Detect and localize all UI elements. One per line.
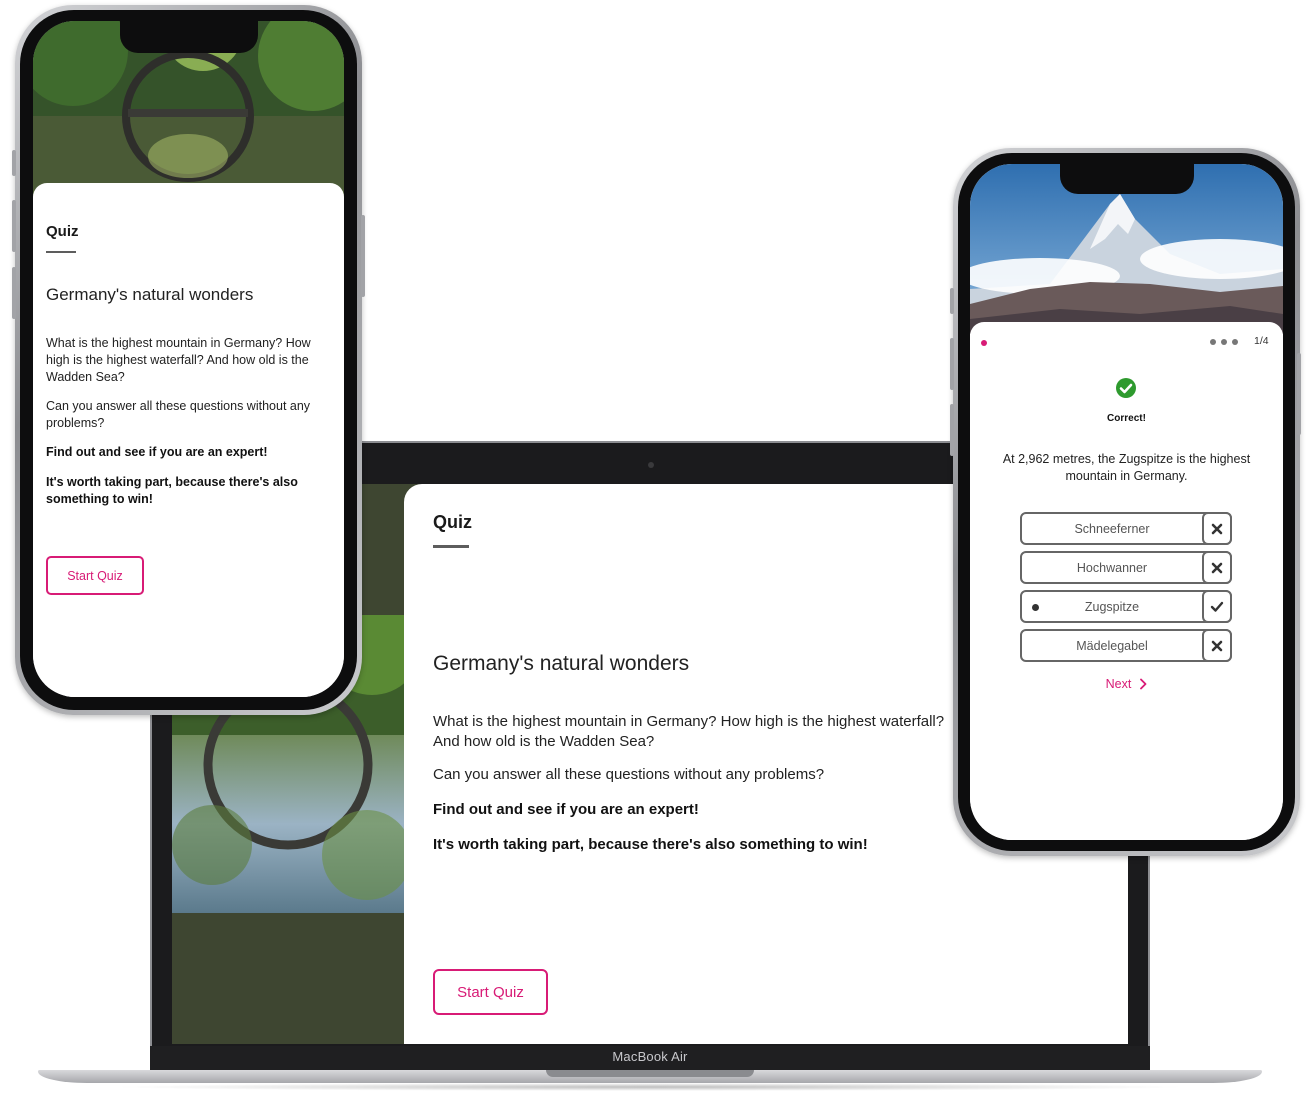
laptop-opening-notch <box>546 1070 754 1077</box>
title-underline <box>433 545 469 548</box>
quiz-answer-card: 1/4 Correct! At 2,962 metres, the Zugspi… <box>970 322 1283 840</box>
progress-current-dot <box>981 340 987 346</box>
quiz-label: Quiz <box>433 512 472 532</box>
answer-option-label: Schneeferner <box>1074 521 1150 536</box>
quiz-cta-text: Find out and see if you are an expert! <box>46 445 268 459</box>
phone-volume-up-button <box>12 200 16 252</box>
x-icon <box>1202 512 1232 545</box>
phone-notch <box>120 21 258 53</box>
x-icon <box>1202 551 1232 584</box>
quiz-title: Germany's natural wonders <box>46 285 254 304</box>
phone-notch <box>1060 164 1194 194</box>
progress-dot <box>1210 339 1216 345</box>
quiz-prize-text: It's worth taking part, because there's … <box>46 475 298 506</box>
progress-dot <box>1232 339 1238 345</box>
phone-right: 1/4 Correct! At 2,962 metres, the Zugspi… <box>950 148 1301 856</box>
progress-dot <box>1221 339 1227 345</box>
phone-power-button <box>361 215 365 297</box>
result-label: Correct! <box>1107 413 1146 424</box>
answer-explanation: At 2,962 metres, the Zugspitze is the hi… <box>1002 452 1251 483</box>
title-underline <box>46 251 76 253</box>
answer-option[interactable]: Hochwanner <box>1020 551 1232 584</box>
check-circle-icon <box>1116 378 1136 398</box>
phone-left: Quiz Germany's natural wonders What is t… <box>12 5 365 715</box>
laptop-brand-label: MacBook Air <box>612 1049 688 1064</box>
answer-option-label: Mädelegabel <box>1076 638 1148 653</box>
answer-option[interactable]: Schneeferner <box>1020 512 1232 545</box>
phone-mute-button <box>12 150 16 176</box>
phone-volume-down-button <box>12 267 16 319</box>
quiz-label: Quiz <box>46 223 79 240</box>
answer-option-label: Zugspitze <box>1084 599 1140 614</box>
answer-option-selected[interactable]: Zugspitze <box>1020 590 1232 623</box>
quiz-cta-text: Find out and see if you are an expert! <box>433 801 699 818</box>
progress-dots <box>1210 339 1238 345</box>
phone-power-button <box>1297 353 1301 435</box>
phone-volume-up-button <box>950 338 954 390</box>
quiz-title: Germany's natural wonders <box>433 652 690 675</box>
quiz-intro-text: What is the highest mountain in Germany?… <box>46 336 311 384</box>
phone-mute-button <box>950 288 954 314</box>
chevron-right-icon <box>1140 678 1147 690</box>
answer-options: Schneeferner Hochwanner Zugspitze Mädele… <box>1020 512 1232 668</box>
quiz-intro-text: What is the highest mountain in Germany?… <box>433 713 945 750</box>
laptop-camera <box>648 462 654 468</box>
next-button[interactable]: Next <box>970 677 1283 691</box>
progress-counter: 1/4 <box>1254 335 1269 347</box>
start-quiz-button[interactable]: Start Quiz <box>46 556 144 595</box>
start-quiz-button[interactable]: Start Quiz <box>433 969 548 1015</box>
answer-option-label: Hochwanner <box>1076 560 1148 575</box>
quiz-intro-card: Quiz Germany's natural wonders What is t… <box>33 183 344 697</box>
laptop-shadow <box>110 1083 1190 1091</box>
quiz-question-text: Can you answer all these questions witho… <box>433 766 825 783</box>
quiz-prize-text: It's worth taking part, because there's … <box>433 836 868 853</box>
phone-left-screen: Quiz Germany's natural wonders What is t… <box>33 21 344 697</box>
phone-right-screen: 1/4 Correct! At 2,962 metres, the Zugspi… <box>970 164 1283 840</box>
phone-volume-down-button <box>950 404 954 456</box>
checkmark-icon <box>1202 590 1232 623</box>
quiz-question-text: Can you answer all these questions witho… <box>46 399 311 430</box>
answer-option[interactable]: Mädelegabel <box>1020 629 1232 662</box>
next-button-label: Next <box>1105 677 1132 691</box>
selected-radio-dot <box>1032 604 1039 611</box>
x-icon <box>1202 629 1232 662</box>
